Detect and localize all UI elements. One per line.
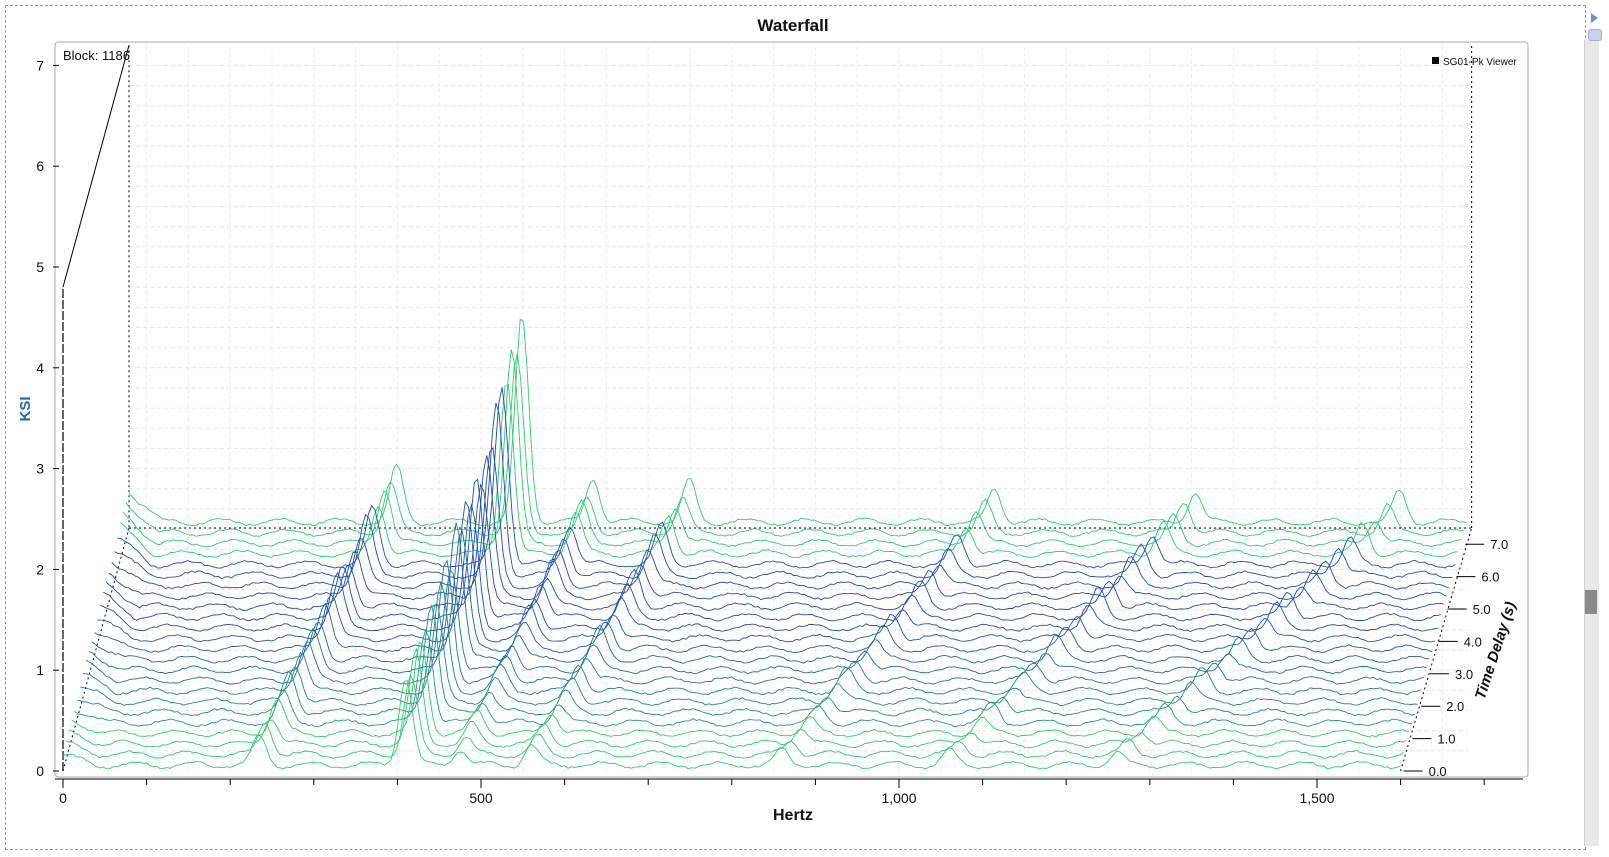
- traces: [62, 318, 1467, 770]
- waterfall-trace: [83, 580, 1421, 696]
- waterfall-trace: [117, 387, 1456, 569]
- z-tick-label: 6.0: [1481, 570, 1499, 585]
- y-tick-label: 0: [36, 763, 44, 779]
- waterfall-trace: [128, 318, 1467, 527]
- y-tick-label: 4: [36, 360, 44, 376]
- block-label: Block: 1186: [63, 48, 130, 63]
- z-tick-label: 2.0: [1446, 699, 1464, 714]
- y-tick-label: 7: [36, 57, 44, 73]
- x-axis-label: Hertz: [773, 807, 813, 824]
- z-tick-label: 7.0: [1490, 537, 1508, 552]
- z-tick-label: 3.0: [1455, 667, 1473, 682]
- y-tick-label: 2: [36, 561, 44, 577]
- waterfall-trace: [105, 483, 1444, 611]
- box-edge-top-diag: [62, 45, 130, 288]
- vertical-scrollbar[interactable]: [1584, 40, 1599, 846]
- y-tick-label: 6: [36, 158, 44, 174]
- x-tick-label: 1,000: [881, 790, 916, 806]
- y-tick-label: 5: [36, 259, 44, 275]
- waterfall-trace: [85, 559, 1424, 685]
- waterfall-trace: [91, 522, 1430, 664]
- x-axis: 0 500 1,000 1,500: [55, 778, 1523, 806]
- waterfall-trace: [114, 402, 1453, 580]
- z-tick-label: 0.0: [1429, 764, 1447, 779]
- chart-title: Waterfall: [757, 16, 828, 35]
- scrollbar-thumb[interactable]: [1585, 590, 1597, 614]
- y-axis: 0 1 2 3 4 5 6 7: [36, 57, 59, 779]
- z-tick-label: 1.0: [1437, 732, 1455, 747]
- waterfall-chart: Waterfall 0 1 2 3 4 5 6 7 0 500 1,000 1,500 0.0 1.0…: [17, 16, 1529, 824]
- y-axis-label: KSI: [17, 396, 34, 421]
- box-edge-left-floor: [62, 527, 130, 772]
- x-tick-label: 500: [469, 790, 493, 806]
- waterfall-trace: [122, 349, 1462, 548]
- z-tick-label: 5.0: [1473, 602, 1491, 617]
- pin-icon[interactable]: [1588, 29, 1602, 41]
- legend-label: SG01-Pk Viewer: [1443, 57, 1517, 68]
- waterfall-trace: [111, 446, 1450, 590]
- z-tick-label: 4.0: [1464, 634, 1482, 649]
- y-tick-label: 1: [36, 662, 44, 678]
- expand-arrow-icon[interactable]: [1591, 13, 1598, 23]
- y-tick-label: 3: [36, 461, 44, 477]
- x-tick-label: 0: [59, 790, 67, 806]
- waterfall-trace: [74, 628, 1413, 728]
- legend-swatch: [1432, 57, 1439, 64]
- waterfall-trace: [88, 569, 1427, 675]
- x-tick-label: 1,500: [1299, 790, 1334, 806]
- waterfall-trace: [120, 383, 1458, 558]
